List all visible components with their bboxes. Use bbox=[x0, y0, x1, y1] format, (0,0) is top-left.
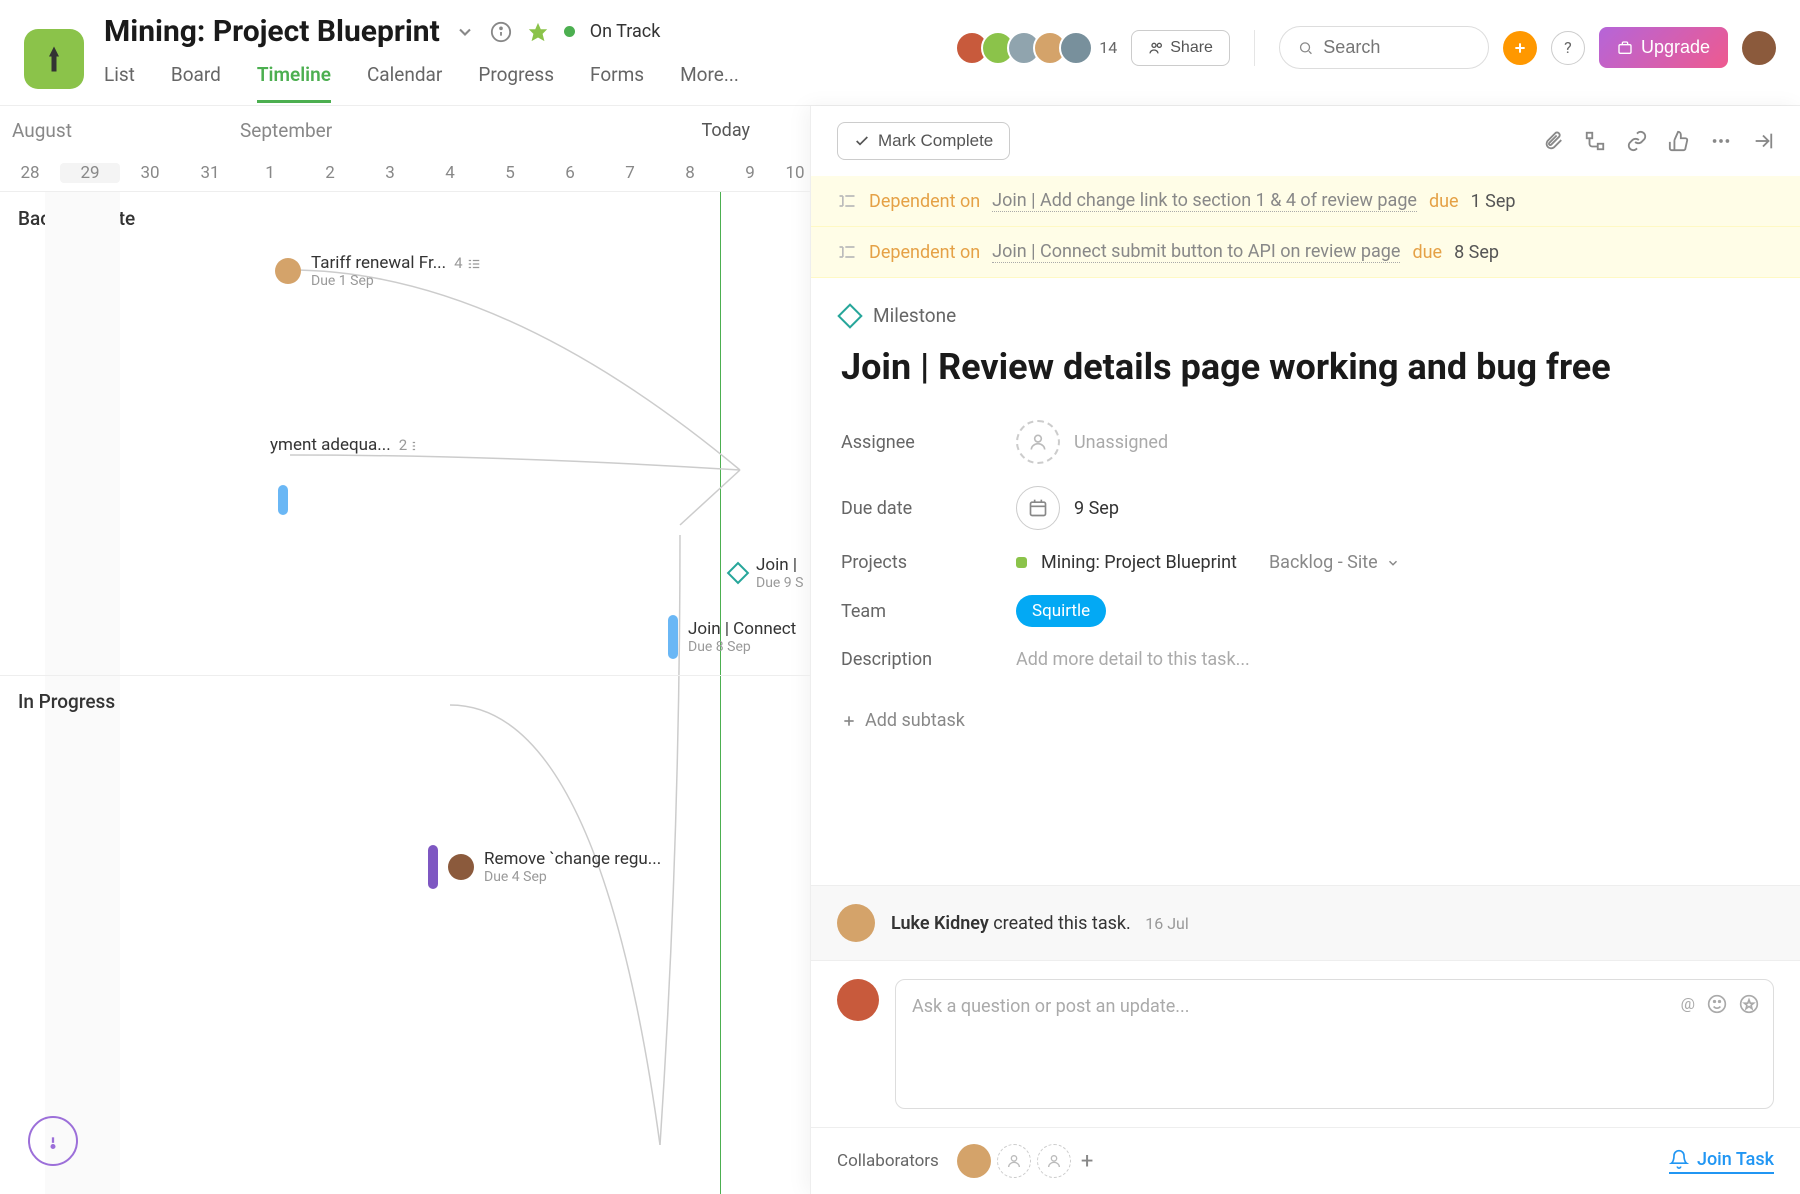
search-icon bbox=[1298, 39, 1313, 57]
status-dot bbox=[564, 26, 575, 37]
day-row: 28 29 30 31 1 2 3 4 5 6 7 8 9 10 bbox=[0, 154, 810, 192]
month-september: September bbox=[240, 119, 332, 142]
project-dot bbox=[1016, 557, 1027, 568]
project-title: Mining: Project Blueprint bbox=[104, 14, 440, 49]
close-panel-icon[interactable] bbox=[1752, 130, 1774, 152]
tab-board[interactable]: Board bbox=[171, 63, 221, 103]
task-milestone[interactable]: Join | Due 9 S bbox=[730, 555, 803, 591]
calendar-icon bbox=[1016, 486, 1060, 530]
avatar-count: 14 bbox=[1099, 38, 1117, 57]
collaborator-placeholder[interactable] bbox=[997, 1144, 1031, 1178]
link-icon[interactable] bbox=[1626, 130, 1648, 152]
info-icon[interactable] bbox=[490, 21, 512, 43]
tab-more[interactable]: More... bbox=[680, 63, 739, 103]
task-connect[interactable]: Join | Connect Due 8 Sep bbox=[668, 615, 796, 659]
tab-forms[interactable]: Forms bbox=[590, 63, 644, 103]
milestone-diamond-icon bbox=[727, 562, 750, 585]
dependency-icon bbox=[837, 242, 857, 262]
task-remove[interactable]: Remove `change regu... Due 4 Sep bbox=[428, 845, 661, 889]
bell-icon bbox=[1669, 1149, 1689, 1169]
assignee-value[interactable]: Unassigned bbox=[1016, 420, 1168, 464]
assignee-label: Assignee bbox=[841, 432, 1016, 453]
activity-avatar[interactable] bbox=[837, 904, 875, 942]
star-icon[interactable] bbox=[527, 21, 549, 43]
comment-avatar[interactable] bbox=[837, 979, 879, 1021]
help-fab[interactable] bbox=[28, 1116, 78, 1166]
person-icon bbox=[1016, 420, 1060, 464]
today-label[interactable]: Today bbox=[702, 120, 750, 141]
subtask-icon bbox=[467, 257, 481, 271]
task-tariff[interactable]: Tariff renewal Fr... 4 Due 1 Sep bbox=[275, 253, 481, 289]
subtasks-icon[interactable] bbox=[1584, 130, 1606, 152]
upgrade-button[interactable]: Upgrade bbox=[1599, 27, 1728, 68]
comment-input[interactable]: Ask a question or post an update... @ bbox=[895, 979, 1774, 1109]
subtask-icon bbox=[411, 439, 425, 453]
duedate-label: Due date bbox=[841, 498, 1016, 519]
team-value[interactable]: Squirtle bbox=[1016, 595, 1106, 627]
dependency-icon bbox=[837, 191, 857, 211]
status-text[interactable]: On Track bbox=[590, 21, 661, 42]
star-outline-icon[interactable] bbox=[1739, 994, 1759, 1014]
activity-item: Luke Kidney created this task. 16 Jul bbox=[811, 885, 1800, 960]
join-task-button[interactable]: Join Task bbox=[1669, 1149, 1774, 1174]
attachment-icon[interactable] bbox=[1542, 130, 1564, 152]
collaborator-avatar[interactable] bbox=[957, 1144, 991, 1178]
section-backlog[interactable]: Backlog - Site bbox=[0, 192, 810, 245]
section-inprogress[interactable]: In Progress bbox=[0, 675, 133, 728]
task-detail-pane: Mark Complete Dependent on Join | Add ch… bbox=[810, 106, 1800, 1194]
chevron-down-icon[interactable] bbox=[455, 22, 475, 42]
mention-icon[interactable]: @ bbox=[1681, 994, 1695, 1014]
mark-complete-button[interactable]: Mark Complete bbox=[837, 122, 1010, 160]
dependency-banner-2[interactable]: Dependent on Join | Connect submit butto… bbox=[811, 227, 1800, 278]
search-input[interactable] bbox=[1323, 37, 1470, 58]
task-title[interactable]: Join | Review details page working and b… bbox=[841, 345, 1770, 390]
avatar-stack[interactable]: 14 bbox=[963, 31, 1117, 65]
plus-icon bbox=[841, 713, 857, 729]
briefcase-icon bbox=[1617, 40, 1633, 56]
like-icon[interactable] bbox=[1668, 130, 1690, 152]
search-box[interactable] bbox=[1279, 26, 1489, 69]
add-collaborator-button[interactable]: + bbox=[1081, 1149, 1093, 1174]
collaborators-label: Collaborators bbox=[837, 1151, 939, 1171]
tab-progress[interactable]: Progress bbox=[478, 63, 554, 103]
milestone-label: Milestone bbox=[873, 304, 956, 327]
add-button[interactable] bbox=[1503, 31, 1537, 65]
share-button[interactable]: Share bbox=[1131, 30, 1230, 66]
add-subtask-button[interactable]: Add subtask bbox=[841, 710, 1770, 731]
task-payment[interactable]: yment adequa... 2 bbox=[270, 435, 425, 455]
team-label: Team bbox=[841, 601, 1016, 622]
month-august: August bbox=[12, 119, 72, 142]
project-icon[interactable] bbox=[24, 29, 84, 89]
project-section-select[interactable]: Backlog - Site bbox=[1269, 552, 1400, 573]
duedate-value[interactable]: 9 Sep bbox=[1016, 486, 1119, 530]
dependency-banner-1[interactable]: Dependent on Join | Add change link to s… bbox=[811, 176, 1800, 227]
check-icon bbox=[854, 133, 870, 149]
milestone-diamond-icon bbox=[837, 303, 862, 328]
user-avatar[interactable] bbox=[1742, 31, 1776, 65]
more-icon[interactable] bbox=[1710, 130, 1732, 152]
tab-timeline[interactable]: Timeline bbox=[257, 63, 331, 103]
emoji-icon[interactable] bbox=[1707, 994, 1727, 1014]
projects-label: Projects bbox=[841, 552, 1016, 573]
collaborator-placeholder[interactable] bbox=[1037, 1144, 1071, 1178]
chevron-down-icon bbox=[1386, 556, 1400, 570]
description-label: Description bbox=[841, 649, 1016, 670]
tabs: List Board Timeline Calendar Progress Fo… bbox=[104, 63, 1776, 103]
description-value[interactable]: Add more detail to this task... bbox=[1016, 649, 1250, 670]
tab-calendar[interactable]: Calendar bbox=[367, 63, 442, 103]
help-button[interactable]: ? bbox=[1551, 31, 1585, 65]
tab-list[interactable]: List bbox=[104, 63, 135, 103]
projects-value[interactable]: Mining: Project Blueprint Backlog - Site bbox=[1016, 552, 1400, 573]
